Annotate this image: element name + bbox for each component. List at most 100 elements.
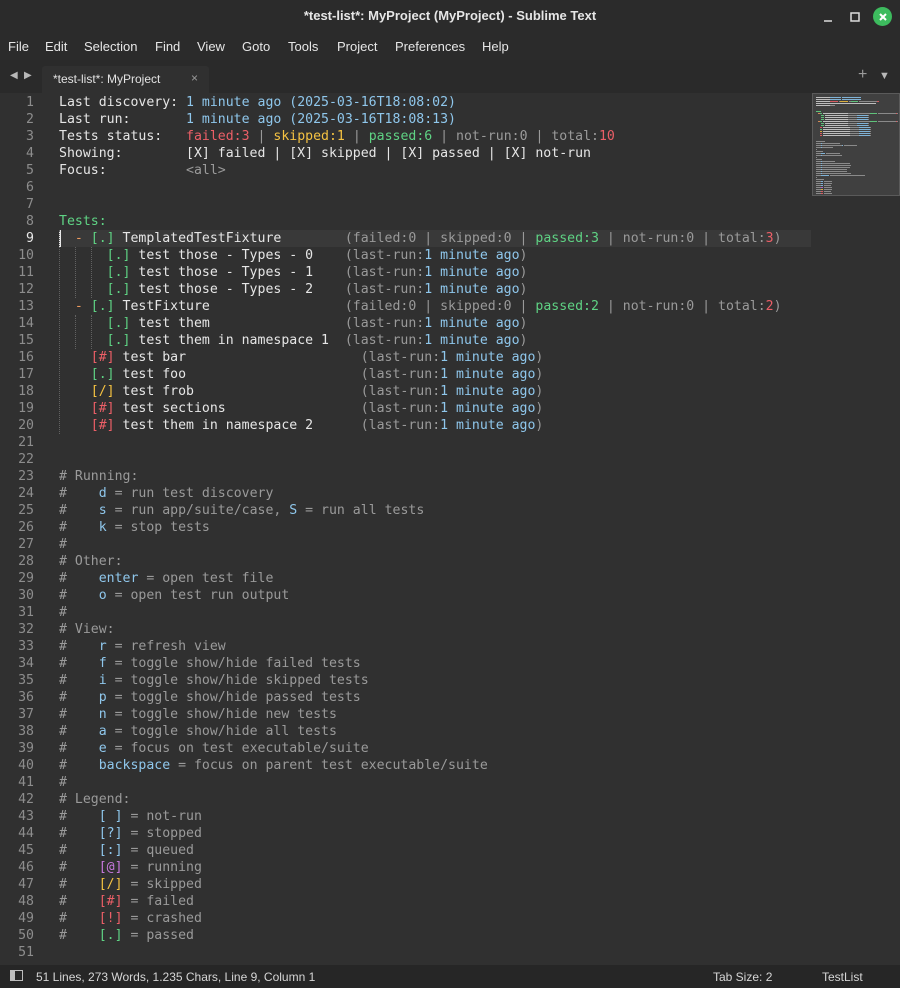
code-token: (last-run: bbox=[344, 316, 425, 331]
code-token: <all> bbox=[186, 163, 226, 178]
line-number: 17 bbox=[18, 367, 34, 382]
code-token: = run app/suite/case, bbox=[106, 503, 290, 518]
minimize-icon[interactable] bbox=[818, 7, 838, 27]
menu-view[interactable]: View bbox=[197, 39, 225, 54]
line-number: 41 bbox=[18, 775, 34, 790]
minimap-line bbox=[868, 123, 870, 124]
minimap-line bbox=[824, 189, 833, 190]
minimap[interactable] bbox=[812, 93, 900, 196]
plus-icon[interactable]: + bbox=[858, 66, 867, 84]
minimap-line bbox=[820, 191, 824, 192]
code-token: # bbox=[59, 605, 67, 620]
line-number: 33 bbox=[18, 639, 34, 654]
code-line: # Other: bbox=[59, 553, 123, 570]
minimap-line bbox=[850, 131, 860, 132]
code-line: # e = focus on test executable/suite bbox=[59, 740, 369, 757]
forward-arrow-icon[interactable]: ▶ bbox=[24, 70, 32, 81]
back-arrow-icon[interactable]: ◀ bbox=[10, 70, 18, 81]
code-line: # r = refresh view bbox=[59, 638, 226, 655]
code-token: (last-run: bbox=[344, 265, 425, 280]
tab-size-indicator[interactable]: Tab Size: 2 bbox=[713, 970, 772, 984]
code-token: Tests status: bbox=[59, 129, 187, 144]
code-token: # bbox=[59, 707, 99, 722]
tab-close-icon[interactable]: × bbox=[191, 71, 198, 85]
menu-bar: File Edit Selection Find View Goto Tools… bbox=[0, 33, 900, 60]
code-token: = toggle show/hide passed tests bbox=[106, 690, 361, 705]
minimap-line bbox=[857, 117, 869, 118]
minimap-line bbox=[848, 125, 858, 126]
code-line: # enter = open test file bbox=[59, 570, 273, 587]
minimap-line bbox=[868, 119, 870, 120]
menu-goto[interactable]: Goto bbox=[242, 39, 270, 54]
code-token: | bbox=[249, 129, 274, 144]
code-token: - bbox=[59, 231, 91, 246]
code-token: # bbox=[59, 724, 99, 739]
code-token: # bbox=[59, 571, 99, 586]
line-number: 40 bbox=[18, 758, 34, 773]
line-number: 36 bbox=[18, 690, 34, 705]
code-token: [#] bbox=[98, 894, 123, 909]
code-line: [.] test those - Types - 1 (last-run:1 m… bbox=[59, 264, 528, 281]
minimap-line bbox=[850, 129, 860, 130]
panel-toggle-icon[interactable] bbox=[10, 970, 23, 981]
code-line: # [.] = passed bbox=[59, 927, 194, 944]
minimap-line bbox=[859, 127, 870, 128]
minimap-line bbox=[820, 161, 822, 162]
minimap-line bbox=[848, 119, 858, 120]
code-line: # [@] = running bbox=[59, 859, 202, 876]
menu-tools[interactable]: Tools bbox=[288, 39, 318, 54]
code-token: 3 bbox=[765, 231, 774, 246]
code-token: test them in namespace 2 bbox=[114, 418, 361, 433]
line-number: 32 bbox=[18, 622, 34, 637]
code-token: = not-run bbox=[122, 809, 202, 824]
code-token: (2025-03-16T18:08:02) bbox=[281, 95, 456, 110]
line-number: 30 bbox=[18, 588, 34, 603]
menu-file[interactable]: File bbox=[8, 39, 29, 54]
code-line: # bbox=[59, 604, 67, 621]
code-token: = stop tests bbox=[106, 520, 210, 535]
close-icon[interactable] bbox=[873, 7, 892, 26]
code-token: 1 minute ago bbox=[424, 282, 520, 297]
editor[interactable]: 1 2 3 4 5 6 7 8 9 10 11 12 13 14 15 16 17 18 19 20 21 22 23 24 2… bbox=[0, 93, 900, 965]
menu-edit[interactable]: Edit bbox=[45, 39, 67, 54]
minimap-line bbox=[830, 97, 842, 98]
chevron-down-icon[interactable]: ▼ bbox=[879, 70, 890, 82]
code-token: ) bbox=[535, 418, 544, 433]
code-line: Showing: [X] failed | [X] skipped | [X] … bbox=[59, 145, 591, 162]
minimap-line bbox=[870, 127, 871, 128]
code-token: f bbox=[98, 656, 107, 671]
code-token: [?] bbox=[98, 826, 123, 841]
minimap-line bbox=[821, 117, 825, 118]
line-number: 23 bbox=[18, 469, 34, 484]
code-line: [/] test frob (last-run:1 minute ago) bbox=[59, 383, 544, 400]
code-token: 1 minute ago bbox=[186, 95, 282, 110]
code-token: # bbox=[59, 894, 99, 909]
minimap-line bbox=[822, 147, 834, 148]
code-token: # bbox=[59, 639, 99, 654]
menu-preferences[interactable]: Preferences bbox=[395, 39, 465, 54]
minimap-line bbox=[857, 119, 869, 120]
code-token: ) bbox=[535, 384, 544, 399]
code-line: # [!] = crashed bbox=[59, 910, 202, 927]
minimap-line bbox=[848, 121, 870, 122]
code-token: # bbox=[59, 503, 99, 518]
minimap-line bbox=[857, 115, 869, 116]
minimap-line bbox=[824, 183, 833, 184]
menu-selection[interactable]: Selection bbox=[84, 39, 137, 54]
code-token: ) bbox=[519, 282, 528, 297]
maximize-icon[interactable] bbox=[845, 7, 865, 27]
code-line: [.] test those - Types - 2 (last-run:1 m… bbox=[59, 281, 528, 298]
menu-help[interactable]: Help bbox=[482, 39, 509, 54]
syntax-indicator[interactable]: TestList bbox=[822, 970, 863, 984]
minimap-line bbox=[820, 189, 824, 190]
minimap-line bbox=[819, 135, 823, 136]
tab-test-list[interactable]: *test-list*: MyProject × bbox=[42, 66, 209, 93]
code-token: 1 minute ago bbox=[424, 248, 520, 263]
menu-find[interactable]: Find bbox=[155, 39, 180, 54]
minimap-line bbox=[825, 119, 849, 120]
menu-project[interactable]: Project bbox=[337, 39, 377, 54]
minimap-line bbox=[824, 187, 833, 188]
minimap-line bbox=[870, 113, 878, 114]
